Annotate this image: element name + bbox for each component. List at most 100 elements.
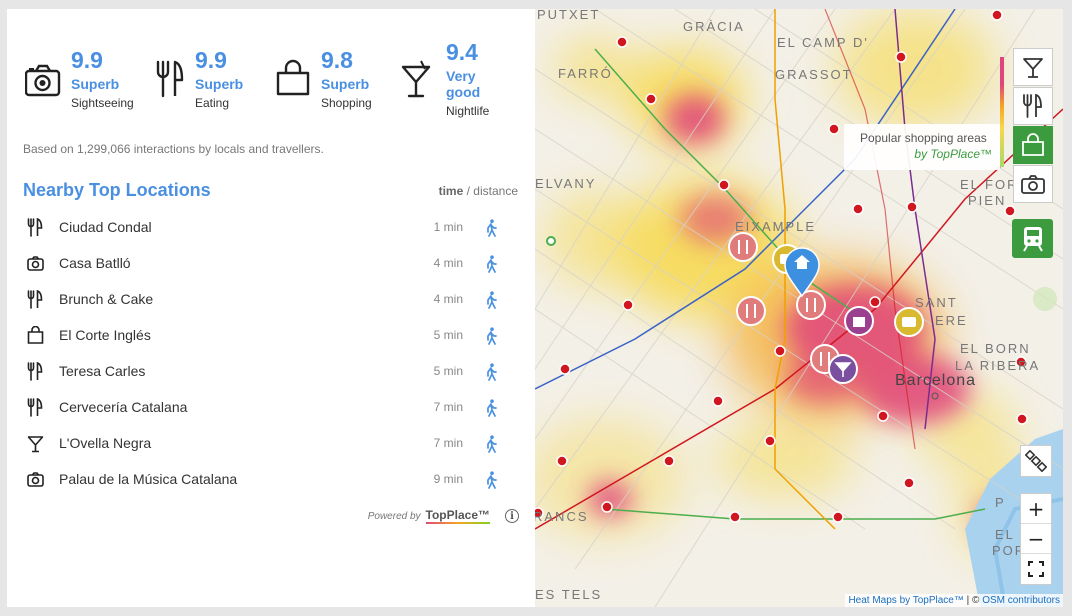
- walking-time: 4 min: [433, 292, 463, 306]
- shopping-bag-icon: [1022, 133, 1044, 156]
- time-toggle[interactable]: time: [439, 184, 464, 198]
- satellite-icon: [1025, 450, 1047, 472]
- train-icon: [1022, 226, 1043, 252]
- location-name[interactable]: Brunch & Cake: [59, 291, 153, 307]
- powered-by: Powered by TopPlace™ i: [368, 508, 519, 524]
- cocktail-icon: [1023, 58, 1043, 78]
- location-name[interactable]: Cervecería Catalana: [59, 399, 187, 415]
- nearby-location-row[interactable]: Brunch & Cake 4 min: [23, 281, 518, 317]
- cocktail-icon: [27, 436, 44, 453]
- district-label: GRASSOT: [775, 67, 853, 82]
- score-rating: Superb: [321, 76, 370, 92]
- satellite-toggle-button[interactable]: [1020, 445, 1052, 477]
- layer-tooltip: Popular shopping areas by TopPlace™: [844, 124, 1000, 170]
- walking-icon: [487, 435, 497, 453]
- district-label: EIXAMPLE: [735, 219, 817, 234]
- poi-nightlife-marker[interactable]: [828, 354, 858, 384]
- camera-icon: [27, 472, 44, 487]
- location-name[interactable]: Ciudad Condal: [59, 219, 152, 235]
- time-distance-toggle[interactable]: time / distance: [439, 184, 518, 198]
- zoom-in-button[interactable]: +: [1021, 494, 1051, 524]
- score-category: Sightseeing: [71, 96, 134, 110]
- score-category: Shopping: [321, 96, 372, 110]
- walking-time: 4 min: [433, 256, 463, 270]
- shopping-bag-icon: [27, 326, 44, 344]
- fork-knife-icon: [27, 290, 43, 309]
- location-score-panel: 9.9 Superb Sightseeing 9.9 Superb Eating…: [7, 9, 535, 607]
- nearby-title: Nearby Top Locations: [23, 180, 211, 200]
- fork-knife-icon: [1023, 93, 1042, 118]
- eating-layer-button[interactable]: [1013, 87, 1053, 125]
- nearby-location-row[interactable]: Teresa Carles 5 min: [23, 353, 518, 389]
- heat-map[interactable]: PUTXET GRÀCIA EL CAMP D' GRASSOT FARRÓ E…: [535, 9, 1063, 607]
- location-name[interactable]: Casa Batlló: [59, 255, 131, 271]
- location-name[interactable]: Palau de la Música Catalana: [59, 471, 237, 487]
- location-name[interactable]: Teresa Carles: [59, 363, 145, 379]
- zoom-controls: + −: [1020, 493, 1052, 585]
- district-label: EL BORN: [960, 341, 1031, 356]
- district-label: EL CAMP D': [777, 35, 869, 50]
- walking-time: 7 min: [433, 436, 463, 450]
- tooltip-by: by TopPlace™: [914, 147, 992, 161]
- district-label: LA RIBERA: [955, 358, 1041, 373]
- district-label: SANT: [915, 295, 958, 310]
- nearby-location-row[interactable]: Ciudad Condal 1 min: [23, 209, 518, 245]
- heatmaps-link[interactable]: Heat Maps by TopPlace™: [848, 595, 963, 606]
- poi-restaurant-marker[interactable]: [728, 232, 758, 262]
- walking-icon: [487, 471, 497, 489]
- score-value: 9.4: [446, 39, 478, 65]
- camera-icon: [27, 256, 44, 271]
- distance-toggle[interactable]: / distance: [467, 184, 518, 198]
- poi-sightseeing-marker[interactable]: [894, 307, 924, 337]
- district-label: ERE: [935, 313, 968, 328]
- district-label: P: [995, 495, 1006, 510]
- heat-legend-bar: [1000, 57, 1004, 167]
- transit-layer-button[interactable]: [1012, 219, 1053, 258]
- score-rating: Very good: [446, 68, 481, 100]
- walking-time: 5 min: [433, 364, 463, 378]
- score-value: 9.9: [71, 47, 103, 73]
- interactions-note: Based on 1,299,066 interactions by local…: [23, 142, 324, 156]
- walking-time: 1 min: [433, 220, 463, 234]
- location-name[interactable]: L'Ovella Negra: [59, 435, 151, 451]
- map-canvas[interactable]: [535, 9, 1063, 607]
- nightlife-layer-button[interactable]: [1013, 48, 1053, 86]
- fullscreen-icon: [1028, 561, 1044, 577]
- poi-restaurant-marker[interactable]: [736, 296, 766, 326]
- location-name[interactable]: El Corte Inglés: [59, 327, 151, 343]
- shopping-layer-button[interactable]: [1013, 126, 1053, 164]
- topplace-logo[interactable]: TopPlace™: [425, 508, 490, 524]
- score-value: 9.9: [195, 47, 227, 73]
- nearby-list: Ciudad Condal 1 min Casa Batlló 4 min Brunch…: [23, 209, 518, 497]
- nearby-location-row[interactable]: Cervecería Catalana 7 min: [23, 389, 518, 425]
- walking-time: 7 min: [433, 400, 463, 414]
- powered-prefix: Powered by: [367, 510, 421, 522]
- fork-knife-icon: [156, 60, 184, 98]
- walking-icon: [487, 219, 497, 237]
- map-attribution: Heat Maps by TopPlace™ | © OSM contribut…: [845, 594, 1063, 607]
- camera-icon: [1021, 175, 1045, 194]
- fork-knife-icon: [27, 218, 43, 237]
- camera-icon: [25, 64, 61, 97]
- fork-knife-icon: [27, 362, 43, 381]
- nearby-location-row[interactable]: Palau de la Música Catalana 9 min: [23, 461, 518, 497]
- walking-icon: [487, 291, 497, 309]
- fullscreen-button[interactable]: [1021, 554, 1051, 584]
- district-label: PUTXET: [537, 9, 601, 22]
- nearby-location-row[interactable]: L'Ovella Negra 7 min: [23, 425, 518, 461]
- walking-icon: [487, 363, 497, 381]
- tooltip-title: Popular shopping areas: [860, 131, 987, 145]
- nearby-location-row[interactable]: Casa Batlló 4 min: [23, 245, 518, 281]
- walking-icon: [487, 255, 497, 273]
- poi-shopping-marker[interactable]: [844, 306, 874, 336]
- info-icon[interactable]: i: [505, 509, 519, 523]
- score-rating: Superb: [195, 76, 244, 92]
- district-label: ES TELS: [535, 587, 603, 602]
- osm-link[interactable]: OSM contributors: [982, 595, 1060, 606]
- nearby-location-row[interactable]: El Corte Inglés 5 min: [23, 317, 518, 353]
- zoom-out-button[interactable]: −: [1021, 524, 1051, 554]
- score-rating: Superb: [71, 76, 120, 92]
- attribution-separator: | ©: [963, 595, 983, 606]
- sightseeing-layer-button[interactable]: [1013, 165, 1053, 203]
- walking-time: 5 min: [433, 328, 463, 342]
